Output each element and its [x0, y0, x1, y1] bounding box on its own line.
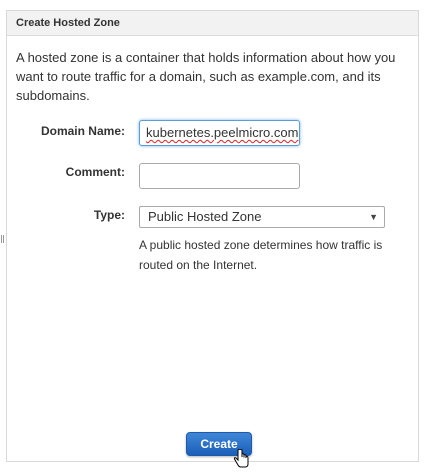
- comment-input[interactable]: [139, 163, 300, 189]
- panel-title: Create Hosted Zone: [7, 11, 418, 36]
- intro-text: A hosted zone is a container that holds …: [16, 50, 396, 103]
- type-hint: A public hosted zone determines how traf…: [139, 238, 383, 272]
- domain-name-input[interactable]: kubernetes.peelmicro.com: [139, 120, 300, 146]
- type-select[interactable]: Public Hosted Zone ▼: [139, 206, 385, 228]
- create-hosted-zone-panel: Create Hosted Zone A hosted zone is a co…: [6, 10, 419, 468]
- domain-name-label: Domain Name:: [40, 124, 125, 138]
- comment-label: Comment:: [65, 165, 125, 179]
- chevron-down-icon: ▼: [369, 212, 378, 222]
- hand-pointer-icon: [233, 448, 249, 474]
- type-label: Type:: [93, 208, 125, 222]
- resize-grip-icon[interactable]: [1, 230, 5, 243]
- domain-name-value: kubernetes.peelmicro.com: [146, 125, 299, 140]
- type-selected-value: Public Hosted Zone: [148, 209, 262, 224]
